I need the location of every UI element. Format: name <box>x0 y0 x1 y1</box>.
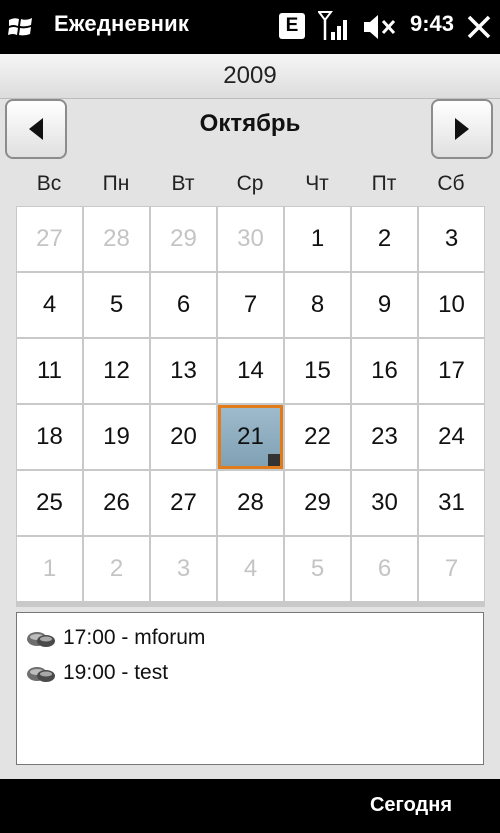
day-cell-other-month[interactable]: 29 <box>151 207 216 271</box>
day-cell-other-month[interactable]: 5 <box>285 537 350 601</box>
weekday-label: Ср <box>236 172 264 195</box>
day-cell[interactable]: 31 <box>419 471 484 535</box>
appointment-text: 19:00 - test <box>63 661 169 684</box>
day-cell[interactable]: 25 <box>17 471 82 535</box>
day-cell[interactable]: 18 <box>17 405 82 469</box>
month-navigation: Октябрь <box>0 98 500 168</box>
day-cell[interactable]: 5 <box>84 273 149 337</box>
day-cell[interactable]: 17 <box>419 339 484 403</box>
arrow-right-icon <box>455 118 469 140</box>
day-cell[interactable]: 27 <box>151 471 216 535</box>
day-cell-selected[interactable]: 21 <box>218 405 283 469</box>
day-cell[interactable]: 24 <box>419 405 484 469</box>
appointment-list: 17:00 - mforum 19:00 - test <box>16 612 484 765</box>
status-bar: Ежедневник E 9:43 <box>0 0 500 54</box>
month-grid: 27 28 29 30 1 2 3 4 5 6 7 8 9 10 11 12 1… <box>16 206 485 607</box>
weekday-label: Пт <box>371 172 397 195</box>
arrow-left-icon <box>29 118 43 140</box>
day-cell[interactable]: 6 <box>151 273 216 337</box>
weekday-label: Сб <box>437 172 465 195</box>
softkey-bar: Сегодня <box>0 779 500 833</box>
signal-icon[interactable] <box>318 10 352 42</box>
day-cell[interactable]: 2 <box>352 207 417 271</box>
appointment-icon <box>27 667 55 682</box>
appointment-text: 17:00 - mforum <box>63 626 206 649</box>
weekday-label: Чт <box>305 172 329 195</box>
day-cell[interactable]: 1 <box>285 207 350 271</box>
day-cell-other-month[interactable]: 27 <box>17 207 82 271</box>
day-cell-other-month[interactable]: 1 <box>17 537 82 601</box>
day-cell[interactable]: 28 <box>218 471 283 535</box>
network-type-badge[interactable]: E <box>279 13 305 39</box>
day-cell[interactable]: 26 <box>84 471 149 535</box>
day-number: 21 <box>237 423 264 450</box>
day-cell[interactable]: 20 <box>151 405 216 469</box>
day-cell[interactable]: 29 <box>285 471 350 535</box>
day-cell-other-month[interactable]: 28 <box>84 207 149 271</box>
app-title: Ежедневник <box>54 11 190 36</box>
weekday-header: Вс Пн Вт Ср Чт Пт Сб <box>16 172 484 206</box>
appointment-icon <box>27 632 55 647</box>
day-cell[interactable]: 15 <box>285 339 350 403</box>
next-month-button[interactable] <box>431 99 493 159</box>
day-cell[interactable]: 12 <box>84 339 149 403</box>
appointment-marker <box>268 454 280 466</box>
day-cell[interactable]: 22 <box>285 405 350 469</box>
day-cell[interactable]: 7 <box>218 273 283 337</box>
day-cell[interactable]: 11 <box>17 339 82 403</box>
weekday-label: Вт <box>171 172 195 195</box>
today-softkey[interactable]: Сегодня <box>370 794 452 817</box>
weekday-label: Вс <box>36 172 62 195</box>
day-cell[interactable]: 23 <box>352 405 417 469</box>
day-cell-other-month[interactable]: 7 <box>419 537 484 601</box>
day-cell[interactable]: 30 <box>352 471 417 535</box>
month-title: Октябрь <box>199 110 301 137</box>
day-cell[interactable]: 14 <box>218 339 283 403</box>
day-cell-other-month[interactable]: 6 <box>352 537 417 601</box>
day-cell[interactable]: 13 <box>151 339 216 403</box>
weekday-label: Пн <box>102 172 130 195</box>
day-cell[interactable]: 19 <box>84 405 149 469</box>
windows-start-icon[interactable] <box>6 12 36 42</box>
clock[interactable]: 9:43 <box>410 11 454 37</box>
day-cell-other-month[interactable]: 2 <box>84 537 149 601</box>
day-cell-other-month[interactable]: 3 <box>151 537 216 601</box>
day-cell[interactable]: 3 <box>419 207 484 271</box>
day-cell[interactable]: 10 <box>419 273 484 337</box>
day-cell[interactable]: 9 <box>352 273 417 337</box>
day-cell-other-month[interactable]: 4 <box>218 537 283 601</box>
volume-muted-icon[interactable] <box>362 12 398 42</box>
year-label: 2009 <box>0 54 500 99</box>
day-cell[interactable]: 4 <box>17 273 82 337</box>
day-cell-other-month[interactable]: 30 <box>218 207 283 271</box>
close-icon[interactable] <box>466 14 492 40</box>
day-cell[interactable]: 8 <box>285 273 350 337</box>
previous-month-button[interactable] <box>5 99 67 159</box>
day-cell[interactable]: 16 <box>352 339 417 403</box>
